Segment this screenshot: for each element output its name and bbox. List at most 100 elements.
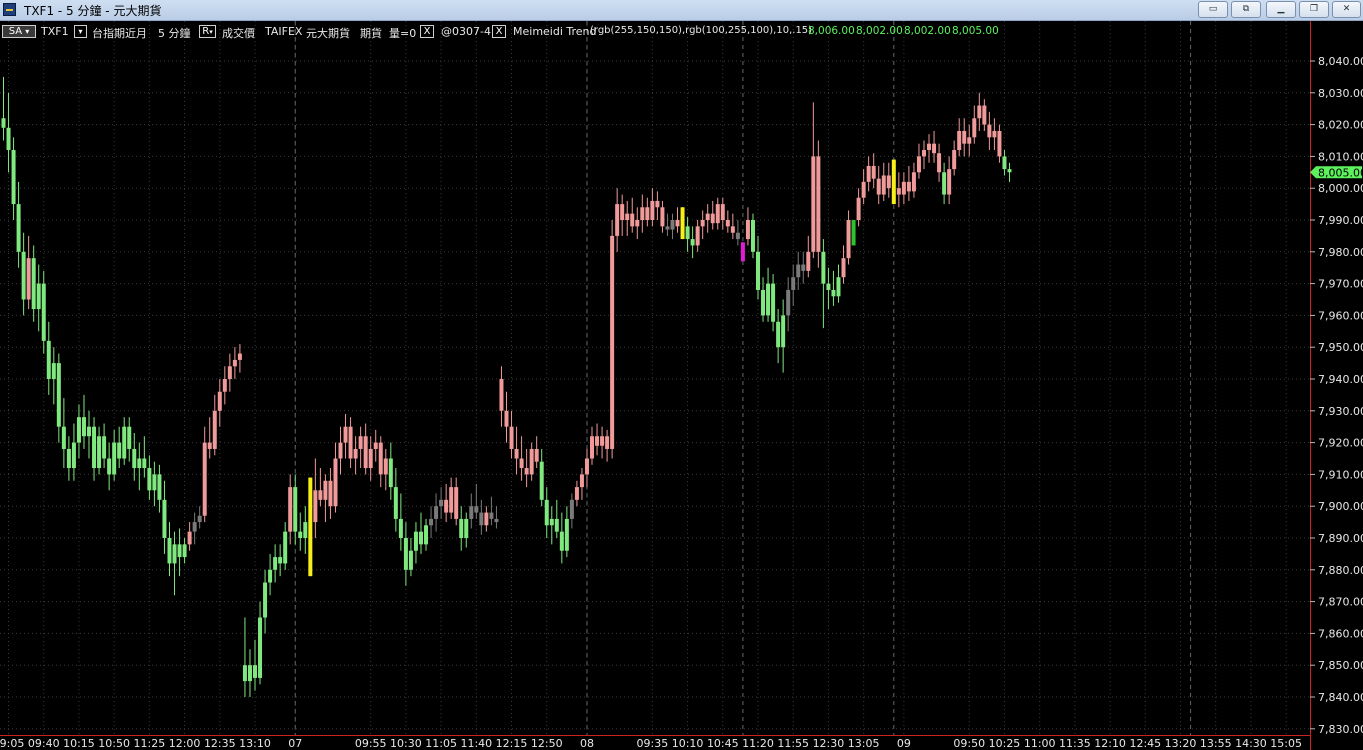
candle-body bbox=[715, 204, 720, 224]
asset-type-label: 期貨 bbox=[360, 27, 382, 40]
maximize-button[interactable]: ❐ bbox=[1299, 1, 1329, 18]
minimize-button[interactable]: ▁ bbox=[1266, 1, 1296, 18]
candle-body bbox=[595, 436, 600, 446]
candle-body bbox=[584, 458, 589, 475]
candle-body bbox=[569, 499, 574, 519]
y-tick-label: 7,970.00 bbox=[1318, 278, 1363, 291]
candle-body bbox=[534, 448, 539, 462]
candle-body bbox=[207, 442, 212, 449]
candle-body bbox=[957, 130, 962, 151]
candle-body bbox=[383, 458, 388, 475]
candle-body bbox=[308, 477, 313, 577]
candle-body bbox=[303, 522, 308, 538]
candle-body bbox=[750, 220, 755, 252]
candle-body bbox=[31, 258, 36, 310]
candle-body bbox=[127, 426, 132, 449]
candle-body bbox=[429, 518, 434, 526]
candle-body bbox=[449, 487, 454, 513]
candle-body bbox=[459, 518, 464, 538]
y-tick-label: 7,890.00 bbox=[1318, 532, 1363, 545]
candle-body bbox=[680, 207, 685, 240]
candle-body bbox=[81, 417, 86, 437]
candle-body bbox=[222, 379, 227, 392]
candle-body bbox=[217, 391, 222, 411]
x-tick-label: 10:45 bbox=[707, 737, 739, 750]
candle-body bbox=[529, 448, 534, 475]
candle-body bbox=[1002, 156, 1007, 170]
candle-body bbox=[776, 321, 781, 348]
x-tick-label: 10:50 bbox=[98, 737, 130, 750]
candle-body bbox=[152, 474, 157, 491]
candle-body bbox=[333, 458, 338, 507]
candle-body bbox=[685, 226, 690, 240]
x-tick-label: 12:50 bbox=[531, 737, 563, 750]
window-list-button[interactable]: ⧉ bbox=[1231, 1, 1261, 18]
x-tick-label: 10:15 bbox=[63, 737, 95, 750]
candle-body bbox=[313, 490, 318, 523]
symbol-dropdown-button[interactable]: ▾ bbox=[74, 25, 87, 38]
candle-body bbox=[821, 251, 826, 284]
sa-dropdown[interactable]: SA ▾ bbox=[2, 25, 36, 38]
candle-body bbox=[202, 442, 207, 516]
candle-body bbox=[655, 200, 660, 208]
y-tick-label: 7,950.00 bbox=[1318, 341, 1363, 354]
y-tick-label: 8,000.00 bbox=[1318, 182, 1363, 195]
y-tick-label: 7,990.00 bbox=[1318, 214, 1363, 227]
close-series-button[interactable]: X bbox=[420, 25, 434, 38]
candle-body bbox=[71, 442, 76, 469]
candle-body bbox=[378, 442, 383, 475]
candle-body bbox=[132, 448, 137, 469]
candle-body bbox=[937, 153, 942, 173]
x-tick-label: 08 bbox=[580, 737, 594, 750]
candle-body bbox=[398, 518, 403, 538]
price-type-dropdown[interactable]: R▾ bbox=[199, 25, 216, 38]
candle-body bbox=[87, 426, 92, 437]
y-tick-label: 7,880.00 bbox=[1318, 564, 1363, 577]
candle-body bbox=[162, 499, 167, 538]
candle-body bbox=[625, 213, 630, 220]
candle-body bbox=[761, 289, 766, 316]
x-tick-label: 12:15 bbox=[496, 737, 528, 750]
candle-body bbox=[499, 379, 504, 411]
candle-body bbox=[906, 181, 911, 192]
candlestick-chart[interactable]: 8,040.00 8,030.00 8,020.00 8,010.00 8,000.00… bbox=[0, 21, 1363, 750]
candle-body bbox=[695, 226, 700, 246]
candle-body bbox=[605, 436, 610, 449]
candle-body bbox=[886, 175, 891, 189]
candle-body bbox=[564, 518, 569, 551]
candle-body bbox=[413, 531, 418, 551]
candle-body bbox=[278, 557, 283, 564]
restore-down-button[interactable]: ▭ bbox=[1198, 1, 1228, 18]
ohlc-close-value: 8,005.00 bbox=[952, 25, 999, 37]
candle-body bbox=[901, 181, 906, 195]
close-button[interactable]: ✕ bbox=[1332, 1, 1361, 18]
candle-body bbox=[781, 315, 786, 348]
candle-body bbox=[590, 436, 595, 459]
candle-body bbox=[237, 353, 242, 360]
candle-body bbox=[1007, 169, 1012, 173]
date-label: @0307-4 bbox=[441, 25, 491, 38]
candle-body bbox=[338, 442, 343, 459]
candle-body bbox=[660, 207, 665, 227]
sa-label: SA bbox=[8, 26, 23, 37]
chevron-down-icon: ▾ bbox=[25, 27, 30, 36]
candle-body bbox=[997, 130, 1002, 157]
candle-body bbox=[418, 531, 423, 545]
candle-body bbox=[791, 277, 796, 290]
instrument-name: 台指期近月 bbox=[92, 27, 147, 40]
candle-body bbox=[987, 124, 992, 138]
window-titlebar: TXF1 - 5 分鐘 - 元大期貨 ▭ ⧉ ▁ ❐ ✕ bbox=[0, 0, 1363, 21]
chart-area[interactable]: 8,040.00 8,030.00 8,020.00 8,010.00 8,000.00… bbox=[0, 21, 1363, 750]
candle-body bbox=[283, 531, 288, 564]
candle-body bbox=[107, 458, 112, 475]
candle-body bbox=[66, 448, 71, 469]
candle-body bbox=[745, 220, 750, 240]
candle-body bbox=[268, 569, 273, 583]
candle-body bbox=[41, 283, 46, 341]
close-indicator-button[interactable]: X bbox=[492, 25, 506, 38]
candle-body bbox=[826, 283, 831, 290]
candle-body bbox=[947, 169, 952, 195]
candle-body bbox=[318, 490, 323, 500]
x-tick-label: 12:10 bbox=[1094, 737, 1126, 750]
candle-body bbox=[610, 235, 615, 449]
